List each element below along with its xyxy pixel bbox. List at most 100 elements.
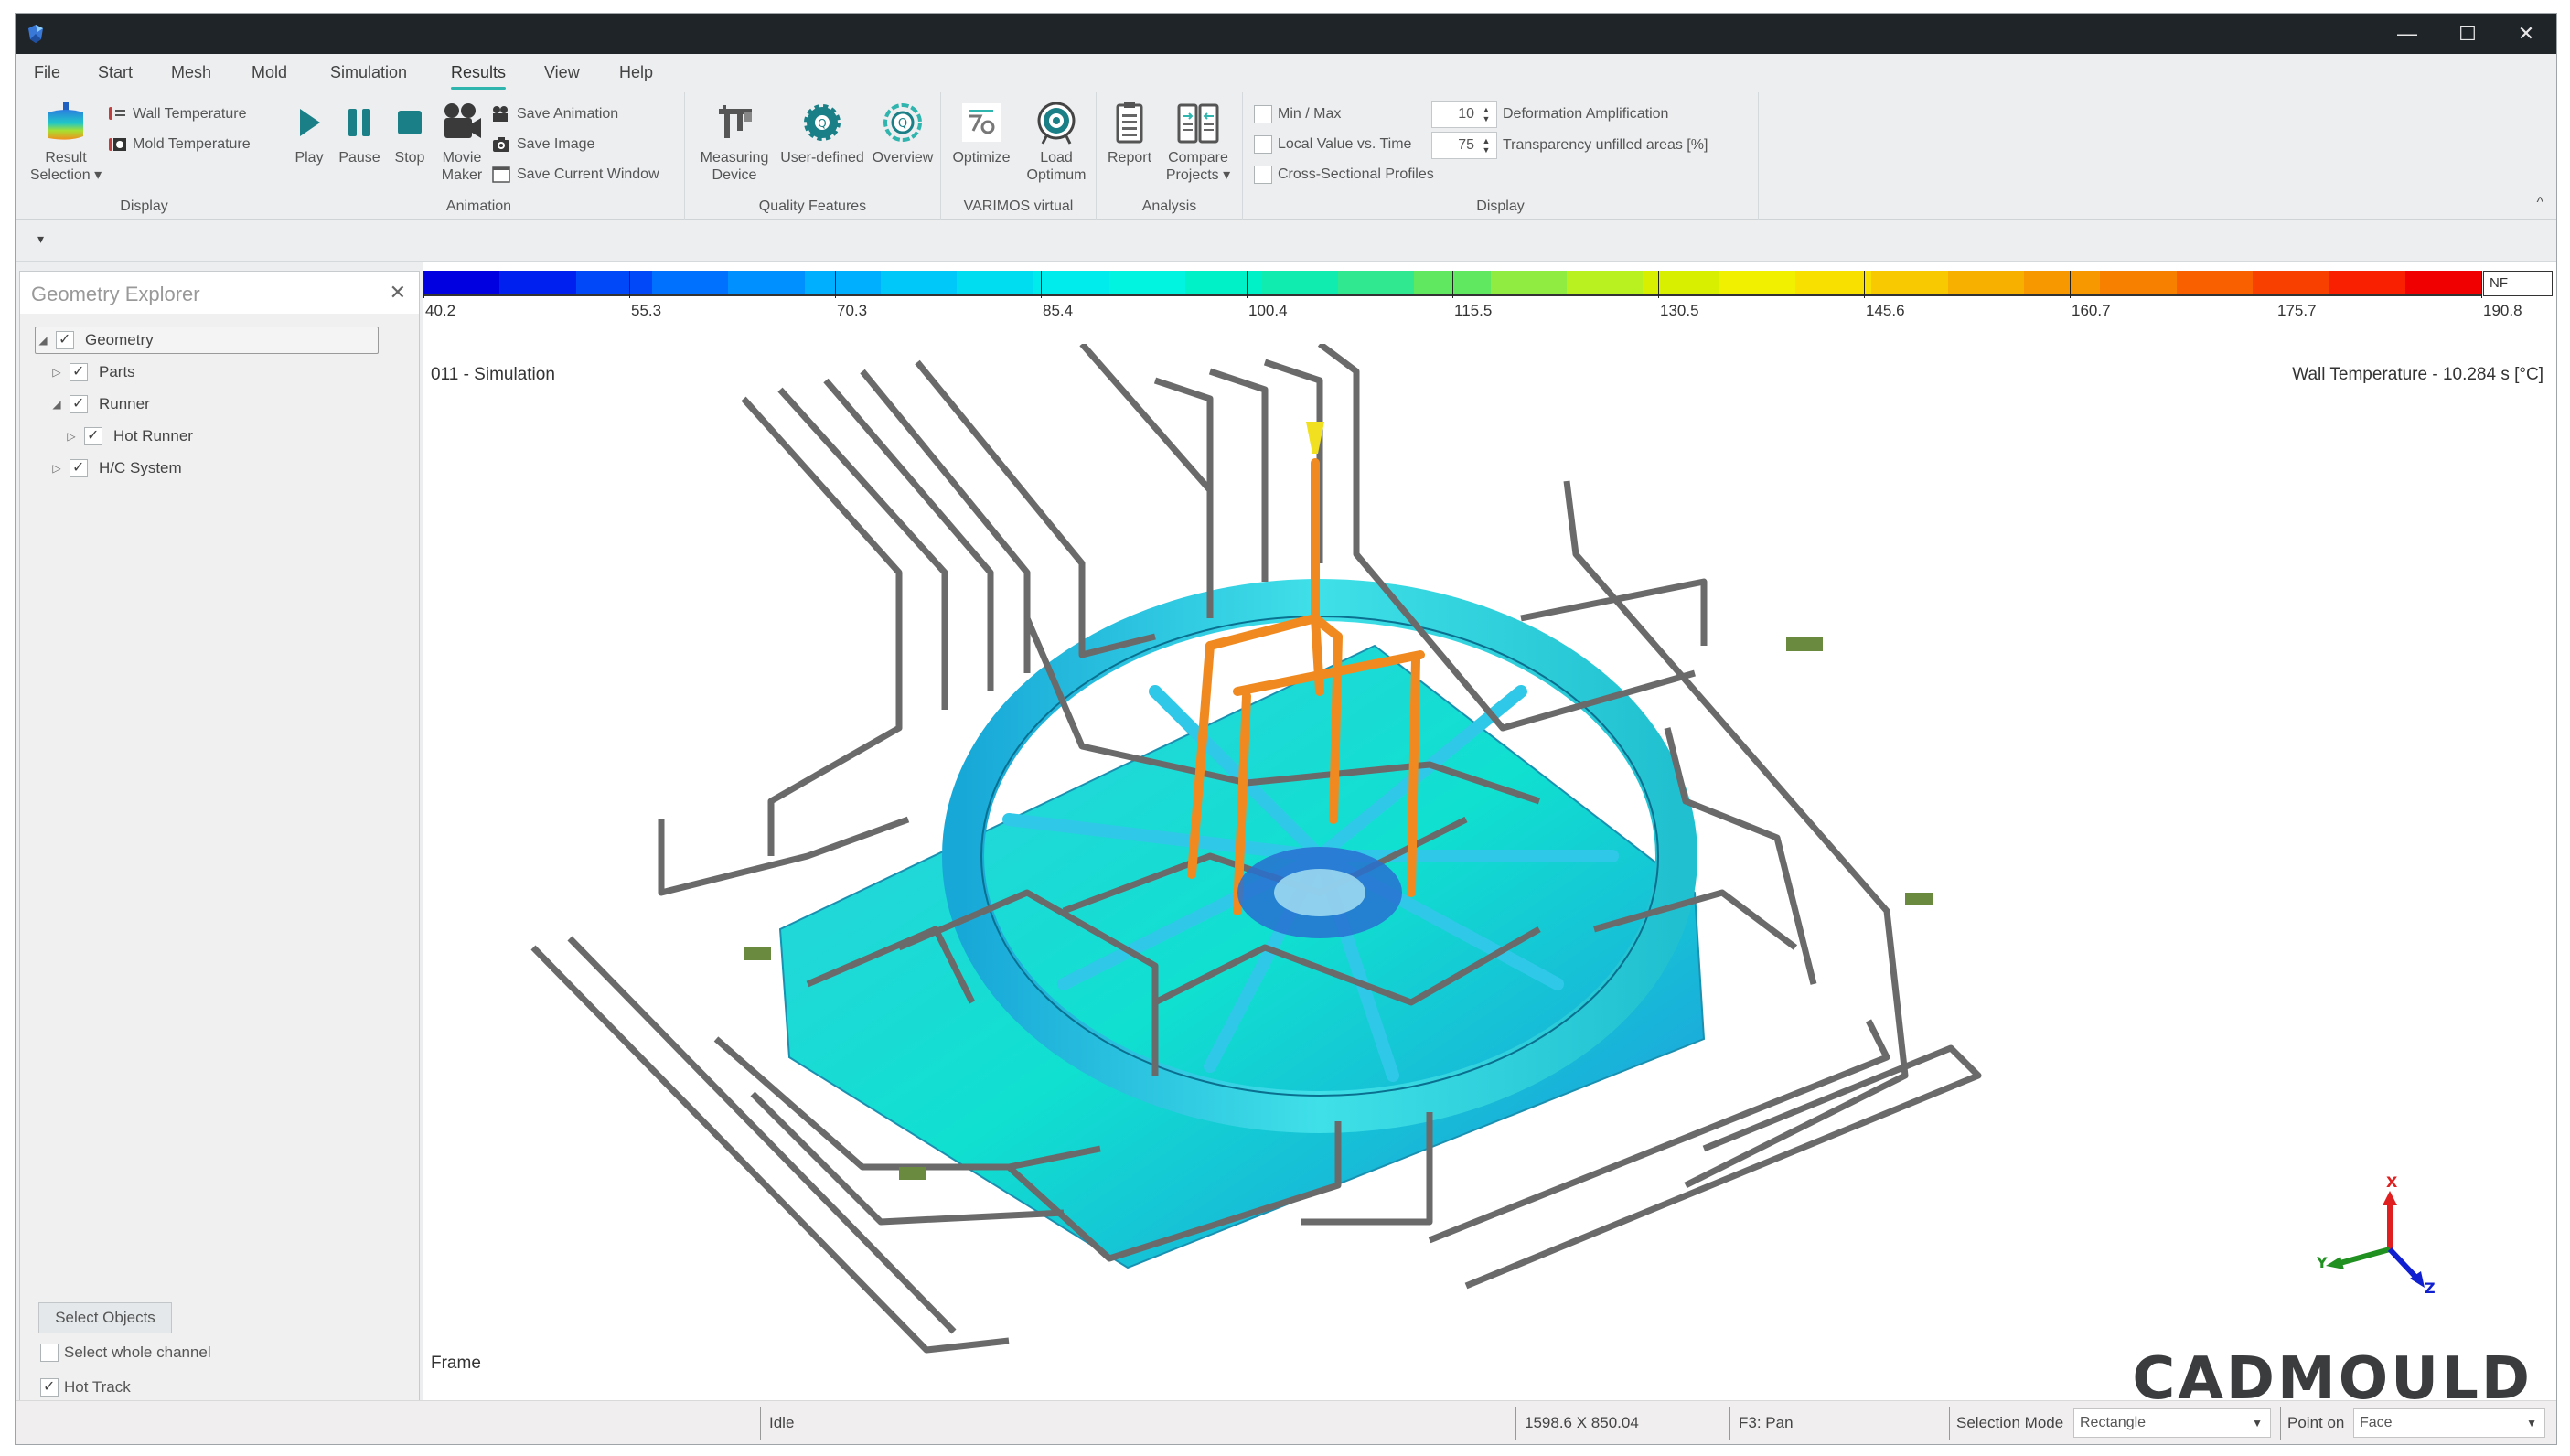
save-image-button[interactable]: Save Image: [491, 135, 594, 154]
min-max-checkbox[interactable]: Min / Max: [1254, 105, 1341, 123]
stop-button[interactable]: Stop: [387, 100, 433, 166]
z-axis-label: Z: [2425, 1279, 2436, 1295]
hot-track-check[interactable]: [40, 1377, 59, 1397]
menu-mesh[interactable]: Mesh: [171, 63, 211, 82]
legend-tick: [1864, 271, 1865, 298]
collapse-ribbon-icon[interactable]: ^: [2536, 195, 2543, 211]
result-selection-icon: [48, 102, 83, 140]
title-bar: — ☐ ✕: [16, 14, 2556, 54]
legend-color-segment: [2252, 271, 2329, 294]
collapsed-arrow-icon[interactable]: ▷: [49, 462, 64, 475]
mold-temperature-button[interactable]: Mold Temperature: [107, 135, 251, 154]
point-on-dropdown[interactable]: Face ▼: [2353, 1408, 2545, 1438]
legend-color-segment: [1871, 271, 1948, 294]
collapsed-arrow-icon[interactable]: ▷: [49, 366, 64, 379]
compare-projects-button[interactable]: Compare Projects ▾: [1157, 100, 1239, 184]
mold-3d-model[interactable]: [515, 344, 2253, 1396]
tree-item-label: Runner: [99, 395, 150, 412]
expanded-arrow-icon[interactable]: ◢: [49, 398, 64, 411]
cross-sectional-checkbox[interactable]: Cross-Sectional Profiles: [1254, 166, 1434, 184]
tree-item-checkbox[interactable]: [56, 330, 74, 349]
result-selection-button[interactable]: Result Selection ▾: [25, 100, 107, 184]
select-whole-channel-checkbox[interactable]: Select whole channel: [40, 1344, 211, 1362]
quick-access-dropdown-icon[interactable]: ▾: [37, 231, 44, 247]
hot-track-checkbox[interactable]: Hot Track: [40, 1377, 131, 1397]
wall-temperature-button[interactable]: Wall Temperature: [107, 105, 247, 123]
not-filled-legend-box: NF: [2483, 271, 2553, 296]
tree-item-h-c-system[interactable]: ▷ H/C System: [49, 455, 182, 482]
deformation-amplification-spinner[interactable]: 10 ▲ ▼: [1431, 101, 1497, 128]
menu-view[interactable]: View: [544, 63, 580, 82]
legend-color-segment: [880, 271, 958, 294]
tree-item-runner[interactable]: ◢ Runner: [49, 391, 150, 418]
user-defined-button[interactable]: Q User-defined: [776, 100, 868, 166]
menu-results[interactable]: Results: [451, 63, 507, 90]
legend-color-segment: [2404, 271, 2481, 294]
camera-icon: [493, 137, 509, 152]
tree-item-checkbox[interactable]: [84, 426, 102, 445]
optimize-button[interactable]: Optimize: [945, 100, 1018, 166]
legend-color-segment: [2329, 271, 2405, 294]
deformation-value: 10: [1458, 106, 1474, 122]
y-axis-arrow: [2326, 1247, 2391, 1269]
save-animation-button[interactable]: Save Animation: [491, 105, 618, 123]
selection-mode-dropdown[interactable]: Rectangle ▼: [2073, 1408, 2271, 1438]
local-value-checkbox[interactable]: Local Value vs. Time: [1254, 135, 1411, 154]
close-button[interactable]: ✕: [2496, 14, 2556, 54]
result-selection-label-1: Result: [45, 150, 87, 166]
point-on-label: Point on: [2287, 1414, 2345, 1431]
svg-text:Q: Q: [818, 117, 826, 130]
3d-viewport[interactable]: 40.2 55.3 70.3 85.4 100.4 115.5 130.5 145.6 160.…: [423, 262, 2556, 1413]
movie-maker-label-2: Maker: [441, 167, 483, 183]
tree-item-hot-runner[interactable]: ▷ Hot Runner: [64, 423, 193, 450]
menu-mold[interactable]: Mold: [252, 63, 287, 82]
tree-item-parts[interactable]: ▷ Parts: [49, 359, 135, 386]
report-button[interactable]: Report: [1102, 100, 1157, 166]
menu-help[interactable]: Help: [619, 63, 653, 82]
legend-tick-label: 115.5: [1454, 302, 1493, 319]
local-value-check[interactable]: [1254, 135, 1272, 154]
load-optimum-label-1: Load: [1040, 150, 1073, 166]
optimize-label: Optimize: [952, 150, 1011, 166]
min-max-check[interactable]: [1254, 105, 1272, 123]
select-objects-button[interactable]: Select Objects: [38, 1302, 172, 1333]
tree-item-checkbox[interactable]: [70, 458, 88, 477]
legend-color-segment: [1794, 271, 1872, 294]
panel-close-icon[interactable]: ✕: [390, 281, 406, 305]
spinner-arrows-icon[interactable]: ▲ ▼: [1480, 105, 1493, 123]
legend-color-segment: [1719, 271, 1795, 294]
select-whole-channel-check[interactable]: [40, 1344, 59, 1362]
ribbon-group-quality-features: Measuring Device Q User-defined Q Overvi…: [685, 92, 941, 220]
expanded-arrow-icon[interactable]: ◢: [36, 334, 50, 347]
save-image-label: Save Image: [517, 136, 595, 152]
mold-temperature-label: Mold Temperature: [133, 136, 251, 152]
transparency-spinner[interactable]: 75 ▲ ▼: [1431, 132, 1497, 159]
minimize-button[interactable]: —: [2377, 14, 2437, 54]
overview-button[interactable]: Q Overview: [866, 100, 939, 166]
tree-item-checkbox[interactable]: [70, 362, 88, 381]
legend-color-segment: [2176, 271, 2253, 294]
tree-item-geometry[interactable]: ◢ Geometry: [35, 327, 379, 354]
save-current-window-button[interactable]: Save Current Window: [491, 166, 659, 184]
menu-start[interactable]: Start: [98, 63, 133, 82]
cross-sectional-check[interactable]: [1254, 166, 1272, 184]
ribbon-group-label: Display: [120, 198, 168, 214]
legend-color-segment: [2023, 271, 2101, 294]
tree-item-checkbox[interactable]: [70, 394, 88, 413]
menu-simulation[interactable]: Simulation: [330, 63, 407, 82]
measuring-device-button[interactable]: Measuring Device: [692, 100, 776, 184]
maximize-button[interactable]: ☐: [2437, 14, 2498, 54]
pause-button[interactable]: Pause: [334, 100, 385, 166]
legend-color-segment: [499, 271, 576, 294]
ribbon-group-animation: Play Pause Stop Movie Maker Save Animati…: [273, 92, 685, 220]
menu-file[interactable]: File: [34, 63, 60, 82]
spinner-arrows-icon[interactable]: ▲ ▼: [1480, 136, 1493, 155]
load-optimum-button[interactable]: Load Optimum: [1020, 100, 1093, 184]
collapsed-arrow-icon[interactable]: ▷: [64, 430, 79, 443]
pause-icon: [348, 109, 370, 136]
play-button[interactable]: Play: [286, 100, 332, 166]
quick-access-toolbar: ▾: [16, 220, 2556, 262]
legend-color-segment: [1643, 271, 1719, 294]
legend-color-segment: [804, 271, 881, 294]
movie-maker-button[interactable]: Movie Maker: [436, 100, 487, 184]
